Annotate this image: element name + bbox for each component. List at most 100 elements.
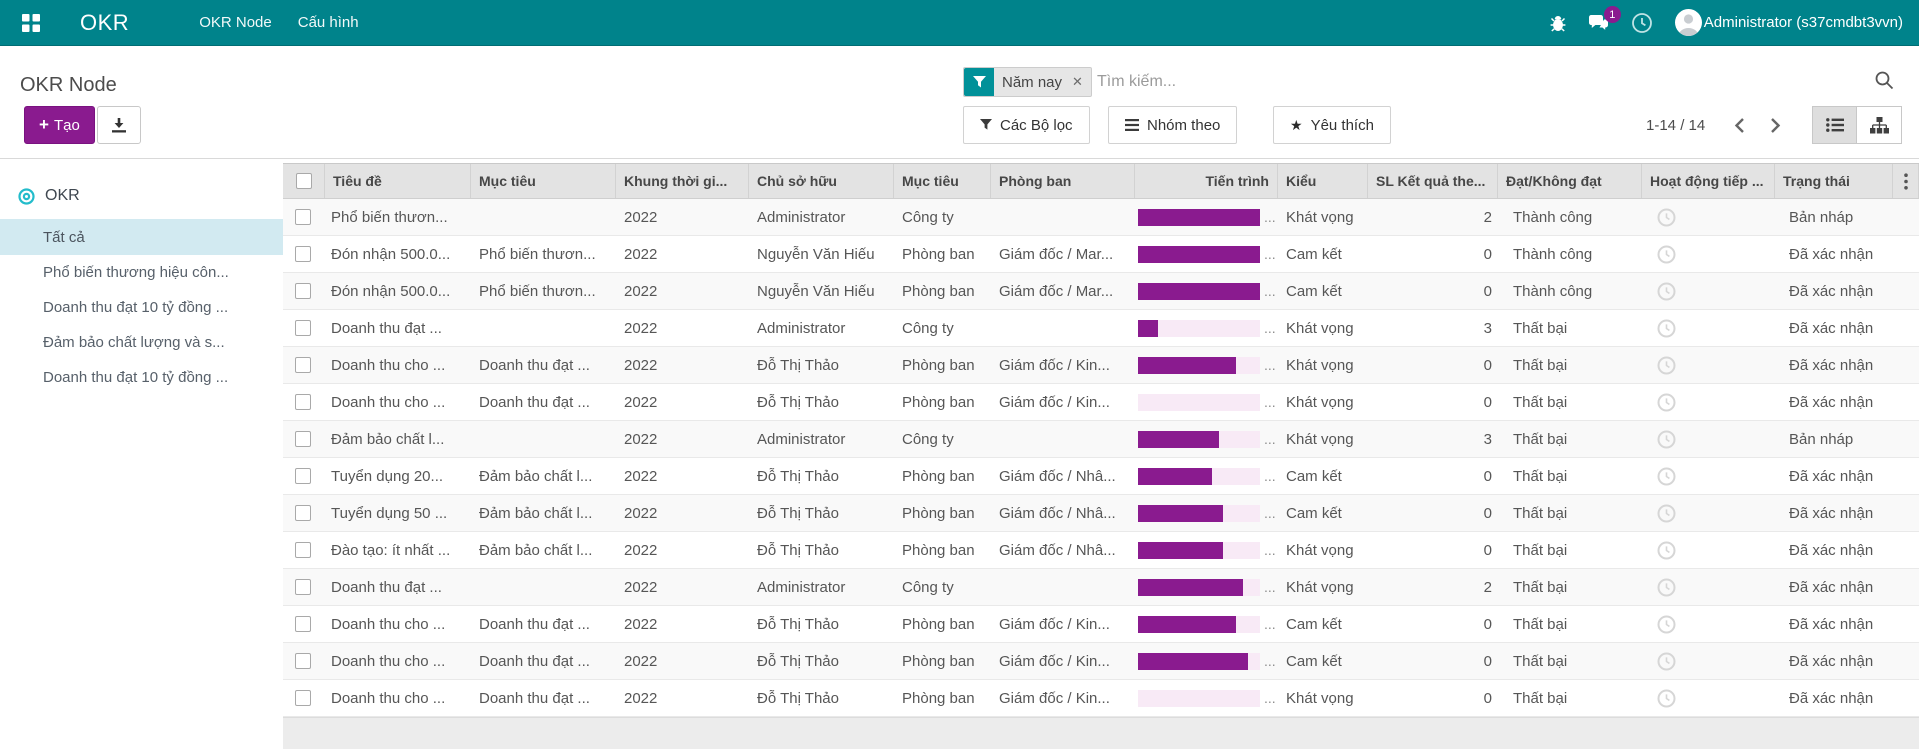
menu-cau-hinh[interactable]: Cấu hình — [298, 14, 359, 31]
cell-progress[interactable]: ... — [1135, 384, 1278, 420]
table-row[interactable]: Tuyển dụng 50 ... Đảm bảo chất l... 2022… — [283, 495, 1919, 532]
table-row[interactable]: Doanh thu cho ... Doanh thu đạt ... 2022… — [283, 347, 1919, 384]
activity-clock-icon[interactable] — [1657, 689, 1676, 708]
column-header-status[interactable]: Trạng thái — [1775, 164, 1893, 198]
cell-kind[interactable]: Cam kết — [1278, 236, 1368, 272]
cell-result[interactable]: Thành công — [1498, 273, 1642, 309]
cell-owner[interactable]: Administrator — [749, 569, 894, 605]
cell-department[interactable]: Giám đốc / Kin... — [991, 384, 1135, 420]
cell-scope[interactable]: Công ty — [894, 569, 991, 605]
cell-count[interactable]: 0 — [1368, 236, 1498, 272]
cell-kind[interactable]: Khát vọng — [1278, 421, 1368, 457]
cell-kind[interactable]: Khát vọng — [1278, 199, 1368, 235]
cell-progress[interactable]: ... — [1135, 199, 1278, 235]
column-header-scope[interactable]: Mục tiêu — [894, 164, 991, 198]
cell-timeframe[interactable]: 2022 — [616, 458, 749, 494]
cell-kind[interactable]: Cam kết — [1278, 495, 1368, 531]
cell-department[interactable] — [991, 310, 1135, 346]
cell-progress[interactable]: ... — [1135, 273, 1278, 309]
sidebar-root-okr[interactable]: OKR — [0, 181, 283, 211]
search-input[interactable] — [1097, 67, 1737, 97]
row-checkbox[interactable] — [295, 320, 311, 336]
cell-objective[interactable]: Đảm bảo chất l... — [471, 495, 616, 531]
cell-result[interactable]: Thất bại — [1498, 310, 1642, 346]
favorites-button[interactable]: ★ Yêu thích — [1273, 106, 1391, 144]
cell-timeframe[interactable]: 2022 — [616, 606, 749, 642]
cell-result[interactable]: Thất bại — [1498, 680, 1642, 716]
app-brand[interactable]: OKR — [80, 10, 129, 36]
cell-timeframe[interactable]: 2022 — [616, 273, 749, 309]
apps-menu-icon[interactable] — [22, 14, 40, 32]
cell-result[interactable]: Thành công — [1498, 236, 1642, 272]
debug-bug-icon[interactable] — [1550, 14, 1566, 32]
table-row[interactable]: Doanh thu đạt ... 2022 Administrator Côn… — [283, 569, 1919, 606]
activity-clock-icon[interactable] — [1657, 430, 1676, 449]
cell-department[interactable]: Giám đốc / Nhâ... — [991, 495, 1135, 531]
cell-progress[interactable]: ... — [1135, 310, 1278, 346]
cell-title[interactable]: Tuyển dụng 20... — [325, 458, 471, 494]
cell-progress[interactable]: ... — [1135, 495, 1278, 531]
row-checkbox[interactable] — [295, 505, 311, 521]
cell-scope[interactable]: Phòng ban — [894, 458, 991, 494]
cell-owner[interactable]: Nguyễn Văn Hiếu — [749, 236, 894, 272]
cell-progress[interactable]: ... — [1135, 680, 1278, 716]
cell-objective[interactable]: Doanh thu đạt ... — [471, 384, 616, 420]
activity-clock-icon[interactable] — [1657, 541, 1676, 560]
cell-count[interactable]: 2 — [1368, 199, 1498, 235]
pager-next-icon[interactable] — [1758, 106, 1792, 144]
cell-count[interactable]: 2 — [1368, 569, 1498, 605]
cell-title[interactable]: Tuyển dụng 50 ... — [325, 495, 471, 531]
column-header-count[interactable]: SL Kết quả the... — [1368, 164, 1498, 198]
cell-activity[interactable] — [1642, 680, 1775, 716]
sidebar-item-2[interactable]: Doanh thu đạt 10 tỷ đồng ... — [0, 290, 283, 325]
cell-status[interactable]: Bản nháp — [1775, 421, 1893, 457]
row-checkbox[interactable] — [295, 542, 311, 558]
cell-objective[interactable]: Doanh thu đạt ... — [471, 643, 616, 679]
cell-owner[interactable]: Đỗ Thị Thảo — [749, 606, 894, 642]
row-checkbox[interactable] — [295, 616, 311, 632]
cell-department[interactable] — [991, 421, 1135, 457]
row-checkbox[interactable] — [295, 468, 311, 484]
cell-kind[interactable]: Cam kết — [1278, 458, 1368, 494]
table-row[interactable]: Đảm bảo chất l... 2022 Administrator Côn… — [283, 421, 1919, 458]
cell-title[interactable]: Phổ biến thươn... — [325, 199, 471, 235]
cell-count[interactable]: 0 — [1368, 680, 1498, 716]
cell-status[interactable]: Đã xác nhận — [1775, 236, 1893, 272]
activity-clock-icon[interactable] — [1657, 504, 1676, 523]
list-view-button[interactable] — [1812, 106, 1857, 144]
activity-clock-icon[interactable] — [1657, 282, 1676, 301]
cell-progress[interactable]: ... — [1135, 569, 1278, 605]
cell-scope[interactable]: Phòng ban — [894, 236, 991, 272]
column-header-timeframe[interactable]: Khung thời gi... — [616, 164, 749, 198]
cell-result[interactable]: Thất bại — [1498, 421, 1642, 457]
cell-status[interactable]: Đã xác nhận — [1775, 495, 1893, 531]
cell-objective[interactable]: Đảm bảo chất l... — [471, 458, 616, 494]
row-checkbox[interactable] — [295, 431, 311, 447]
row-checkbox[interactable] — [295, 653, 311, 669]
column-header-kind[interactable]: Kiểu — [1278, 164, 1368, 198]
column-header-department[interactable]: Phòng ban — [991, 164, 1135, 198]
row-checkbox[interactable] — [295, 690, 311, 706]
cell-activity[interactable] — [1642, 421, 1775, 457]
cell-timeframe[interactable]: 2022 — [616, 643, 749, 679]
cell-activity[interactable] — [1642, 495, 1775, 531]
column-header-objective[interactable]: Mục tiêu — [471, 164, 616, 198]
table-row[interactable]: Đón nhận 500.0... Phổ biến thươn... 2022… — [283, 236, 1919, 273]
cell-owner[interactable]: Nguyễn Văn Hiếu — [749, 273, 894, 309]
cell-activity[interactable] — [1642, 606, 1775, 642]
column-header-progress[interactable]: Tiến trình — [1135, 164, 1278, 198]
cell-result[interactable]: Thất bại — [1498, 458, 1642, 494]
cell-title[interactable]: Doanh thu cho ... — [325, 347, 471, 383]
table-row[interactable]: Doanh thu cho ... Doanh thu đạt ... 2022… — [283, 643, 1919, 680]
cell-objective[interactable]: Doanh thu đạt ... — [471, 606, 616, 642]
cell-progress[interactable]: ... — [1135, 458, 1278, 494]
cell-timeframe[interactable]: 2022 — [616, 569, 749, 605]
cell-status[interactable]: Đã xác nhận — [1775, 384, 1893, 420]
cell-objective[interactable]: Phổ biến thươn... — [471, 236, 616, 272]
cell-department[interactable]: Giám đốc / Kin... — [991, 680, 1135, 716]
cell-kind[interactable]: Cam kết — [1278, 643, 1368, 679]
cell-result[interactable]: Thất bại — [1498, 347, 1642, 383]
cell-result[interactable]: Thất bại — [1498, 384, 1642, 420]
cell-activity[interactable] — [1642, 310, 1775, 346]
cell-progress[interactable]: ... — [1135, 236, 1278, 272]
